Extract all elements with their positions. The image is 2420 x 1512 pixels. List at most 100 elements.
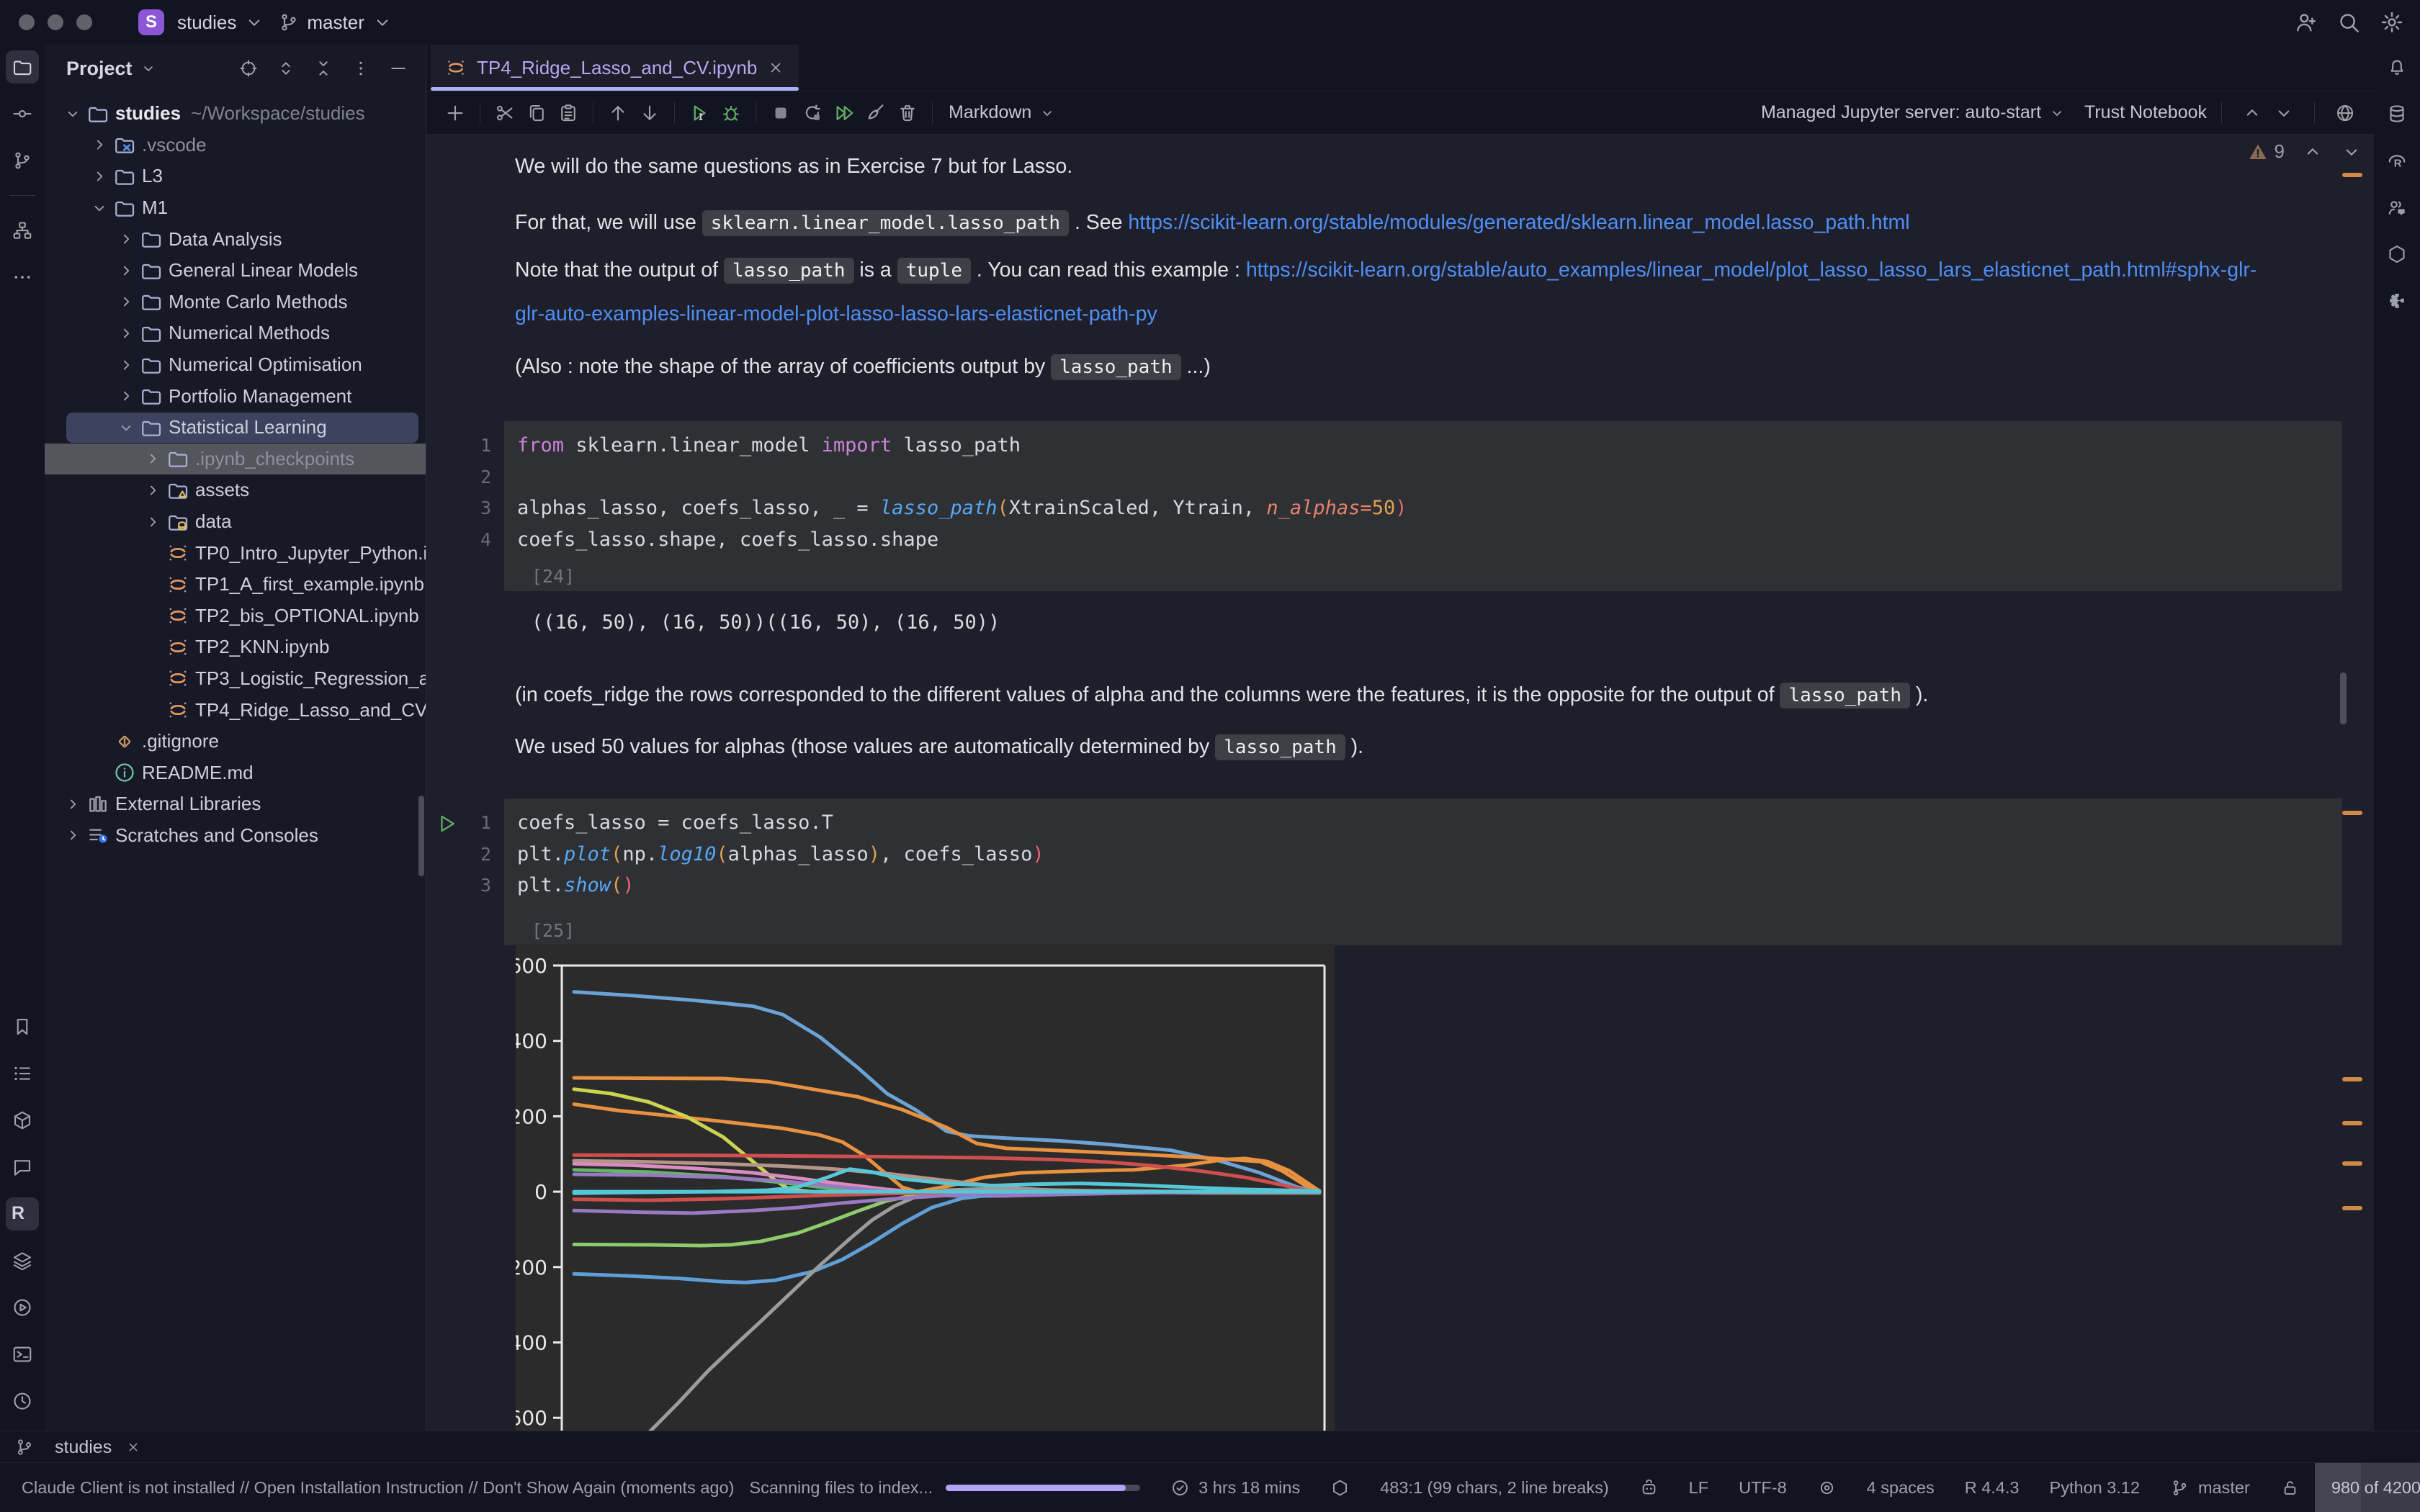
todo-icon[interactable] bbox=[6, 1057, 39, 1090]
stop-kernel-button[interactable] bbox=[765, 97, 797, 129]
tree-item-tp2-knn-ipynb[interactable]: TP2_KNN.ipynb bbox=[45, 631, 426, 663]
tree-item-general-linear-models[interactable]: General Linear Models bbox=[45, 255, 426, 287]
code-cell[interactable]: 1234 from sklearn.linear_model import la… bbox=[504, 421, 2342, 591]
expand-all-icon[interactable] bbox=[276, 58, 296, 78]
tree-item-tp4-ridge-lasso-and-cv-ipynb[interactable]: TP4_Ridge_Lasso_and_CV.ipynb bbox=[45, 694, 426, 726]
error-stripe-mark[interactable] bbox=[2342, 1161, 2362, 1166]
notebook-content[interactable]: We will do the same questions as in Exer… bbox=[426, 135, 2374, 1431]
next-problem-icon[interactable] bbox=[2341, 141, 2362, 163]
error-stripe-mark[interactable] bbox=[2342, 1121, 2362, 1125]
next-cell-button[interactable] bbox=[2268, 97, 2300, 129]
jupyter-server-dropdown[interactable]: Managed Jupyter server: auto-start bbox=[1761, 102, 2066, 123]
panel-options-icon[interactable] bbox=[351, 58, 371, 78]
chevron-right-icon[interactable] bbox=[87, 135, 112, 154]
markdown-cell[interactable]: We will do the same questions as in Exer… bbox=[515, 145, 1072, 188]
r-interpreter[interactable]: R 4.4.3 bbox=[1950, 1463, 2035, 1512]
tree-item-l3[interactable]: L3 bbox=[45, 161, 426, 192]
markdown-cell[interactable]: For that, we will use sklearn.linear_mod… bbox=[515, 201, 1910, 245]
close-icon[interactable] bbox=[126, 1440, 140, 1454]
structure-icon[interactable] bbox=[6, 214, 39, 247]
move-cell-up-button[interactable] bbox=[602, 97, 634, 129]
tree-item-studies[interactable]: studies~/Workspace/studies bbox=[45, 98, 426, 130]
more-tools-icon[interactable] bbox=[6, 261, 39, 294]
run-all-button[interactable] bbox=[828, 97, 860, 129]
chevron-right-icon[interactable] bbox=[114, 230, 138, 248]
cut-cell-button[interactable] bbox=[489, 97, 521, 129]
chevron-right-icon[interactable] bbox=[60, 826, 85, 845]
chevron-right-icon[interactable] bbox=[87, 167, 112, 186]
chevron-right-icon[interactable] bbox=[114, 292, 138, 311]
problems-icon[interactable] bbox=[6, 1385, 39, 1418]
tree-item-tp1-a-first-example-ipynb[interactable]: TP1_A_first_example.ipynb bbox=[45, 569, 426, 600]
terminal-icon[interactable] bbox=[6, 1338, 39, 1371]
add-cell-button[interactable] bbox=[439, 97, 471, 129]
write-access-lock[interactable] bbox=[2265, 1463, 2315, 1512]
chevron-right-icon[interactable] bbox=[140, 481, 165, 500]
commit-icon[interactable] bbox=[6, 97, 39, 130]
tree-item-numerical-optimisation[interactable]: Numerical Optimisation bbox=[45, 349, 426, 381]
settings-gear-icon[interactable] bbox=[2380, 10, 2404, 35]
open-in-browser-button[interactable] bbox=[2329, 97, 2361, 129]
markdown-cell[interactable]: (in coefs_ridge the rows corresponded to… bbox=[515, 673, 1928, 717]
services-icon[interactable] bbox=[6, 1291, 39, 1324]
window-minimize-button[interactable] bbox=[48, 14, 63, 30]
markdown-cell[interactable]: Note that the output of lasso_path is a … bbox=[515, 248, 2257, 336]
chevron-right-icon[interactable] bbox=[114, 387, 138, 405]
error-stripe-mark[interactable] bbox=[2342, 811, 2362, 815]
tree-item-readme-md[interactable]: README.md bbox=[45, 757, 426, 788]
tree-item-assets[interactable]: assets bbox=[45, 474, 426, 506]
run-cell-button[interactable] bbox=[684, 97, 715, 129]
code-with-me-icon[interactable] bbox=[2380, 191, 2414, 224]
trust-notebook-button[interactable]: Trust Notebook bbox=[2084, 102, 2207, 123]
error-stripe-mark[interactable] bbox=[2342, 173, 2362, 177]
chevron-right-icon[interactable] bbox=[140, 449, 165, 468]
chat-icon[interactable] bbox=[6, 1151, 39, 1184]
tree-item-data-analysis[interactable]: Data Analysis bbox=[45, 223, 426, 255]
code-editor[interactable]: from sklearn.linear_model import lasso_p… bbox=[504, 421, 2342, 555]
chevron-down-icon[interactable] bbox=[114, 418, 138, 437]
tree-item--vscode[interactable]: .vscode bbox=[45, 130, 426, 161]
clear-outputs-button[interactable] bbox=[860, 97, 892, 129]
chevron-down-icon[interactable] bbox=[87, 199, 112, 217]
chevron-right-icon[interactable] bbox=[140, 513, 165, 531]
tree-item-tp3-logistic-regression-and-more-ipynb[interactable]: TP3_Logistic_Regression_and_more.ipynb bbox=[45, 663, 426, 695]
tree-item-numerical-methods[interactable]: Numerical Methods bbox=[45, 318, 426, 349]
copy-cell-button[interactable] bbox=[521, 97, 552, 129]
python-interpreter[interactable]: Python 3.12 bbox=[2035, 1463, 2155, 1512]
prev-problem-icon[interactable] bbox=[2302, 141, 2323, 163]
project-selector[interactable]: studies bbox=[177, 12, 265, 34]
packages-icon[interactable] bbox=[6, 1104, 39, 1137]
claude-widget[interactable] bbox=[1624, 1463, 1674, 1512]
hyperlink[interactable]: glr-auto-examples-linear-model-plot-lass… bbox=[515, 302, 1157, 325]
notifications-icon[interactable] bbox=[2380, 50, 2414, 84]
chevron-right-icon[interactable] bbox=[114, 356, 138, 374]
code-editor[interactable]: coefs_lasso = coefs_lasso.Tplt.plot(np.l… bbox=[504, 798, 2342, 901]
tree-item-portfolio-management[interactable]: Portfolio Management bbox=[45, 380, 426, 412]
editor-scrollbar[interactable] bbox=[2340, 672, 2347, 724]
hide-panel-icon[interactable] bbox=[388, 58, 408, 78]
plugins-icon[interactable] bbox=[2380, 284, 2414, 318]
error-stripe-mark[interactable] bbox=[2342, 1077, 2362, 1081]
hyperlink[interactable]: https://scikit-learn.org/stable/modules/… bbox=[1128, 211, 1909, 234]
tree-item--gitignore[interactable]: .gitignore bbox=[45, 726, 426, 757]
paste-cell-button[interactable] bbox=[552, 97, 584, 129]
code-cell[interactable]: 123 coefs_lasso = coefs_lasso.Tplt.plot(… bbox=[504, 798, 2342, 945]
tree-item-tp2-bis-optional-ipynb[interactable]: TP2_bis_OPTIONAL.ipynb bbox=[45, 600, 426, 632]
debug-cell-button[interactable] bbox=[715, 97, 747, 129]
cell-type-dropdown[interactable]: Markdown bbox=[949, 102, 1056, 123]
git-tab-studies[interactable]: studies bbox=[55, 1437, 140, 1458]
r-console-icon[interactable]: R bbox=[6, 1197, 39, 1230]
project-folder-icon[interactable] bbox=[6, 50, 39, 84]
chevron-right-icon[interactable] bbox=[114, 261, 138, 280]
tree-item-monte-carlo-methods[interactable]: Monte Carlo Methods bbox=[45, 287, 426, 318]
chevron-right-icon[interactable] bbox=[114, 324, 138, 343]
tree-item--ipynb-checkpoints[interactable]: .ipynb_checkpoints bbox=[45, 444, 426, 475]
hyperlink[interactable]: https://scikit-learn.org/stable/auto_exa… bbox=[1246, 258, 2257, 282]
column-selection-mode[interactable] bbox=[1802, 1463, 1852, 1512]
tree-item-tp0-intro-jupyter-python-ipynb[interactable]: TP0_Intro_Jupyter_Python.ipynb bbox=[45, 537, 426, 569]
prev-cell-button[interactable] bbox=[2236, 97, 2268, 129]
tab-notebook[interactable]: TP4_Ridge_Lasso_and_CV.ipynb bbox=[431, 45, 799, 91]
close-tab-icon[interactable] bbox=[767, 59, 784, 76]
move-cell-down-button[interactable] bbox=[634, 97, 666, 129]
tree-item-m1[interactable]: M1 bbox=[45, 192, 426, 224]
